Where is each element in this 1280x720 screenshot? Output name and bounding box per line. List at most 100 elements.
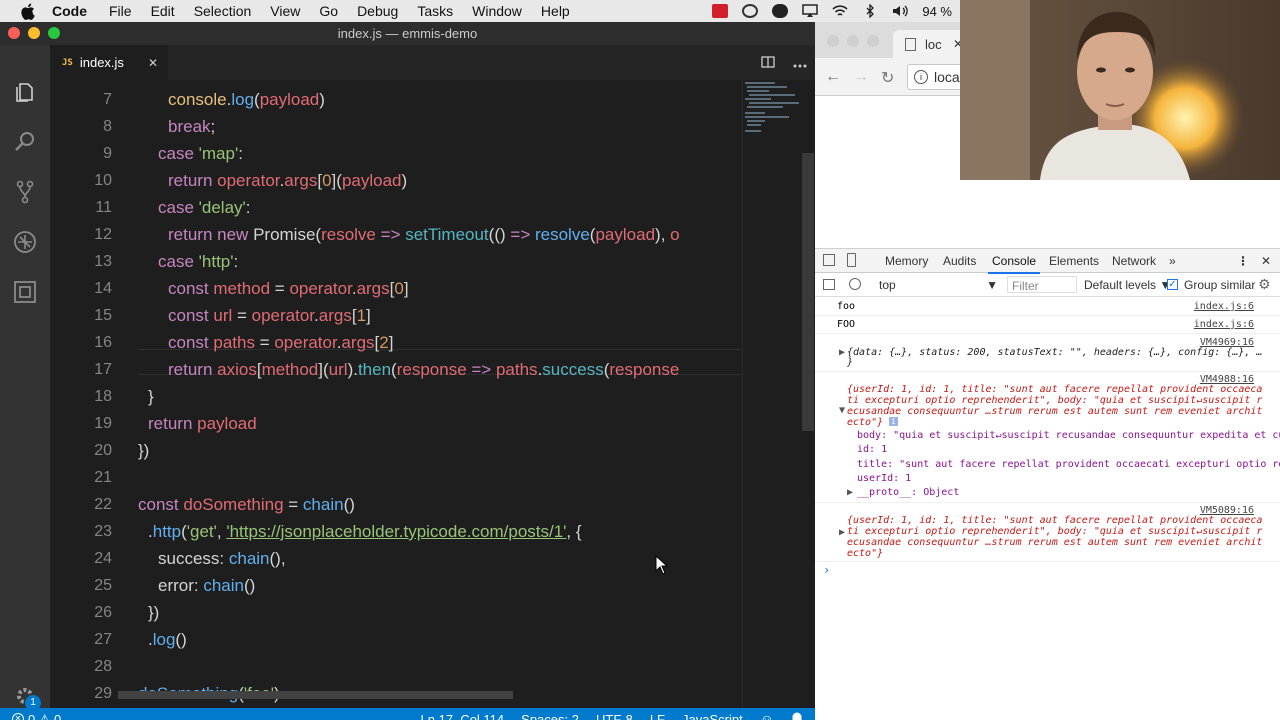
extensions-icon[interactable] xyxy=(13,280,37,304)
indentation[interactable]: Spaces: 2 xyxy=(521,712,579,720)
tab-index-js[interactable]: JS index.js ✕ xyxy=(50,45,168,80)
devtools-tab-console[interactable]: Console xyxy=(987,254,1041,274)
code-line[interactable]: }) xyxy=(138,441,149,461)
code-line[interactable]: return new Promise(resolve => setTimeout… xyxy=(168,225,680,245)
devtools-tab-memory[interactable]: Memory xyxy=(885,254,928,268)
property-proto[interactable]: __proto__: Object xyxy=(857,487,959,498)
code-line[interactable]: error: chain() xyxy=(158,576,255,596)
record-icon[interactable] xyxy=(712,4,729,18)
end-of-line[interactable]: LF xyxy=(650,712,665,720)
menu-go[interactable]: Go xyxy=(319,3,338,19)
split-editor-icon[interactable] xyxy=(761,55,775,71)
menu-window[interactable]: Window xyxy=(472,3,522,19)
devtools-tab-network[interactable]: Network xyxy=(1112,254,1156,268)
code-line[interactable]: return axios[method](url).then(response … xyxy=(168,360,679,380)
expand-triangle-icon[interactable]: ▶ xyxy=(839,527,845,538)
console-settings-gear-icon[interactable]: ⚙ xyxy=(1258,276,1271,293)
maximize-window-button[interactable] xyxy=(48,27,60,39)
console-prompt[interactable]: › xyxy=(823,563,830,577)
vertical-scrollbar[interactable] xyxy=(800,80,815,708)
close-window-button[interactable] xyxy=(8,27,20,39)
language-mode[interactable]: JavaScript xyxy=(682,712,743,720)
more-tabs-chevron-icon[interactable]: » xyxy=(1169,254,1176,268)
device-toolbar-icon[interactable] xyxy=(847,253,856,267)
source-link[interactable]: index.js:6 xyxy=(1194,319,1254,330)
code-line[interactable]: .log() xyxy=(148,630,187,650)
menu-selection[interactable]: Selection xyxy=(194,3,252,19)
group-similar-checkbox[interactable]: ✓ xyxy=(1167,279,1178,290)
sidebar-toggle-icon[interactable] xyxy=(823,279,835,290)
browser-maximize-button[interactable] xyxy=(867,35,879,47)
devtools-tab-audits[interactable]: Audits xyxy=(943,254,976,268)
explorer-icon[interactable] xyxy=(13,80,37,104)
info-badge-icon[interactable]: i xyxy=(889,417,898,426)
cloud-icon[interactable] xyxy=(772,4,789,18)
menu-debug[interactable]: Debug xyxy=(357,3,398,19)
info-icon[interactable]: i xyxy=(914,70,928,84)
inspect-element-icon[interactable] xyxy=(823,254,835,266)
code-area[interactable]: console.log(payload) break; case 'map': ret… xyxy=(138,80,742,708)
forward-arrow-icon[interactable]: → xyxy=(853,68,869,86)
more-actions-icon[interactable] xyxy=(793,55,807,71)
code-line[interactable]: return operator.args[0](payload) xyxy=(168,171,407,191)
minimap[interactable] xyxy=(742,80,800,708)
console-response-object[interactable]: {data: {…}, status: 200, statusText: "",… xyxy=(847,347,1262,358)
problems-indicator[interactable]: ✕ 0 ⚠ 0 xyxy=(12,712,61,720)
code-line[interactable]: const url = operator.args[1] xyxy=(168,306,371,326)
minimize-window-button[interactable] xyxy=(28,27,40,39)
console-object-line: {userId: 1, id: 1, title: "sunt aut face… xyxy=(847,384,1263,395)
code-line[interactable]: console.log(payload) xyxy=(168,90,325,110)
notifications-bell-icon[interactable] xyxy=(791,711,803,720)
log-levels-dropdown[interactable]: Default levels ▼ xyxy=(1084,278,1171,292)
context-selector[interactable]: top ▼ xyxy=(873,278,998,292)
debug-icon[interactable] xyxy=(13,230,37,254)
encoding[interactable]: UTF-8 xyxy=(596,712,633,720)
airplay-icon[interactable] xyxy=(802,4,819,18)
code-line[interactable]: }) xyxy=(148,603,159,623)
browser-minimize-button[interactable] xyxy=(847,35,859,47)
cursor-position[interactable]: Ln 17, Col 114 xyxy=(421,712,505,720)
filter-input[interactable]: Filter xyxy=(1007,276,1077,293)
expand-triangle-icon[interactable]: ▶ xyxy=(839,347,845,358)
menu-tasks[interactable]: Tasks xyxy=(417,3,453,19)
menu-edit[interactable]: Edit xyxy=(151,3,175,19)
devtools-tab-elements[interactable]: Elements xyxy=(1049,254,1099,268)
back-arrow-icon[interactable]: ← xyxy=(825,68,841,86)
volume-icon[interactable] xyxy=(892,4,909,18)
source-link[interactable]: index.js:6 xyxy=(1194,301,1254,312)
code-line[interactable]: const method = operator.args[0] xyxy=(168,279,409,299)
code-line[interactable]: break; xyxy=(168,117,215,137)
code-editor[interactable]: 7 8 9 10 11 12 13 14 15 16 17 18 19 20 21 22 23 24 25 26 27 2… xyxy=(50,80,815,708)
bluetooth-icon[interactable] xyxy=(862,3,878,19)
feedback-smiley-icon[interactable]: ☺ xyxy=(760,711,774,720)
code-line[interactable]: const doSomething = chain() xyxy=(138,495,355,515)
tab-close-icon[interactable]: ✕ xyxy=(148,56,158,70)
devtools-menu-icon[interactable]: ⋮ xyxy=(1237,254,1249,268)
wifi-icon[interactable] xyxy=(832,4,848,18)
code-line[interactable]: case 'map': xyxy=(158,144,243,164)
code-line[interactable]: case 'delay': xyxy=(158,198,251,218)
horizontal-scroll-thumb[interactable] xyxy=(118,691,513,699)
vertical-scroll-thumb[interactable] xyxy=(802,153,814,431)
code-line[interactable]: .http('get', 'https://jsonplaceholder.ty… xyxy=(148,522,582,542)
code-line[interactable]: case 'http': xyxy=(158,252,238,272)
expand-proto-icon[interactable]: ▶ xyxy=(847,487,853,498)
menu-file[interactable]: File xyxy=(109,3,132,19)
clear-console-icon[interactable] xyxy=(849,278,861,290)
reload-icon[interactable]: ↻ xyxy=(881,68,894,88)
browser-close-button[interactable] xyxy=(827,35,839,47)
code-line[interactable]: success: chain(), xyxy=(158,549,286,569)
search-icon[interactable] xyxy=(13,130,37,154)
menu-code[interactable]: Code xyxy=(52,3,87,19)
devtools-close-icon[interactable]: ✕ xyxy=(1261,254,1271,268)
collapse-triangle-icon[interactable]: ▼ xyxy=(839,405,845,416)
menu-help[interactable]: Help xyxy=(541,3,570,19)
code-line[interactable]: return payload xyxy=(148,414,257,434)
code-line[interactable]: const paths = operator.args[2] xyxy=(168,333,393,353)
sync-icon[interactable] xyxy=(742,4,759,18)
menu-view[interactable]: View xyxy=(270,3,300,19)
source-control-icon[interactable] xyxy=(13,180,37,204)
browser-tab[interactable]: loc ✕ xyxy=(893,30,968,58)
code-line[interactable]: } xyxy=(148,387,154,407)
apple-icon[interactable] xyxy=(20,3,36,20)
